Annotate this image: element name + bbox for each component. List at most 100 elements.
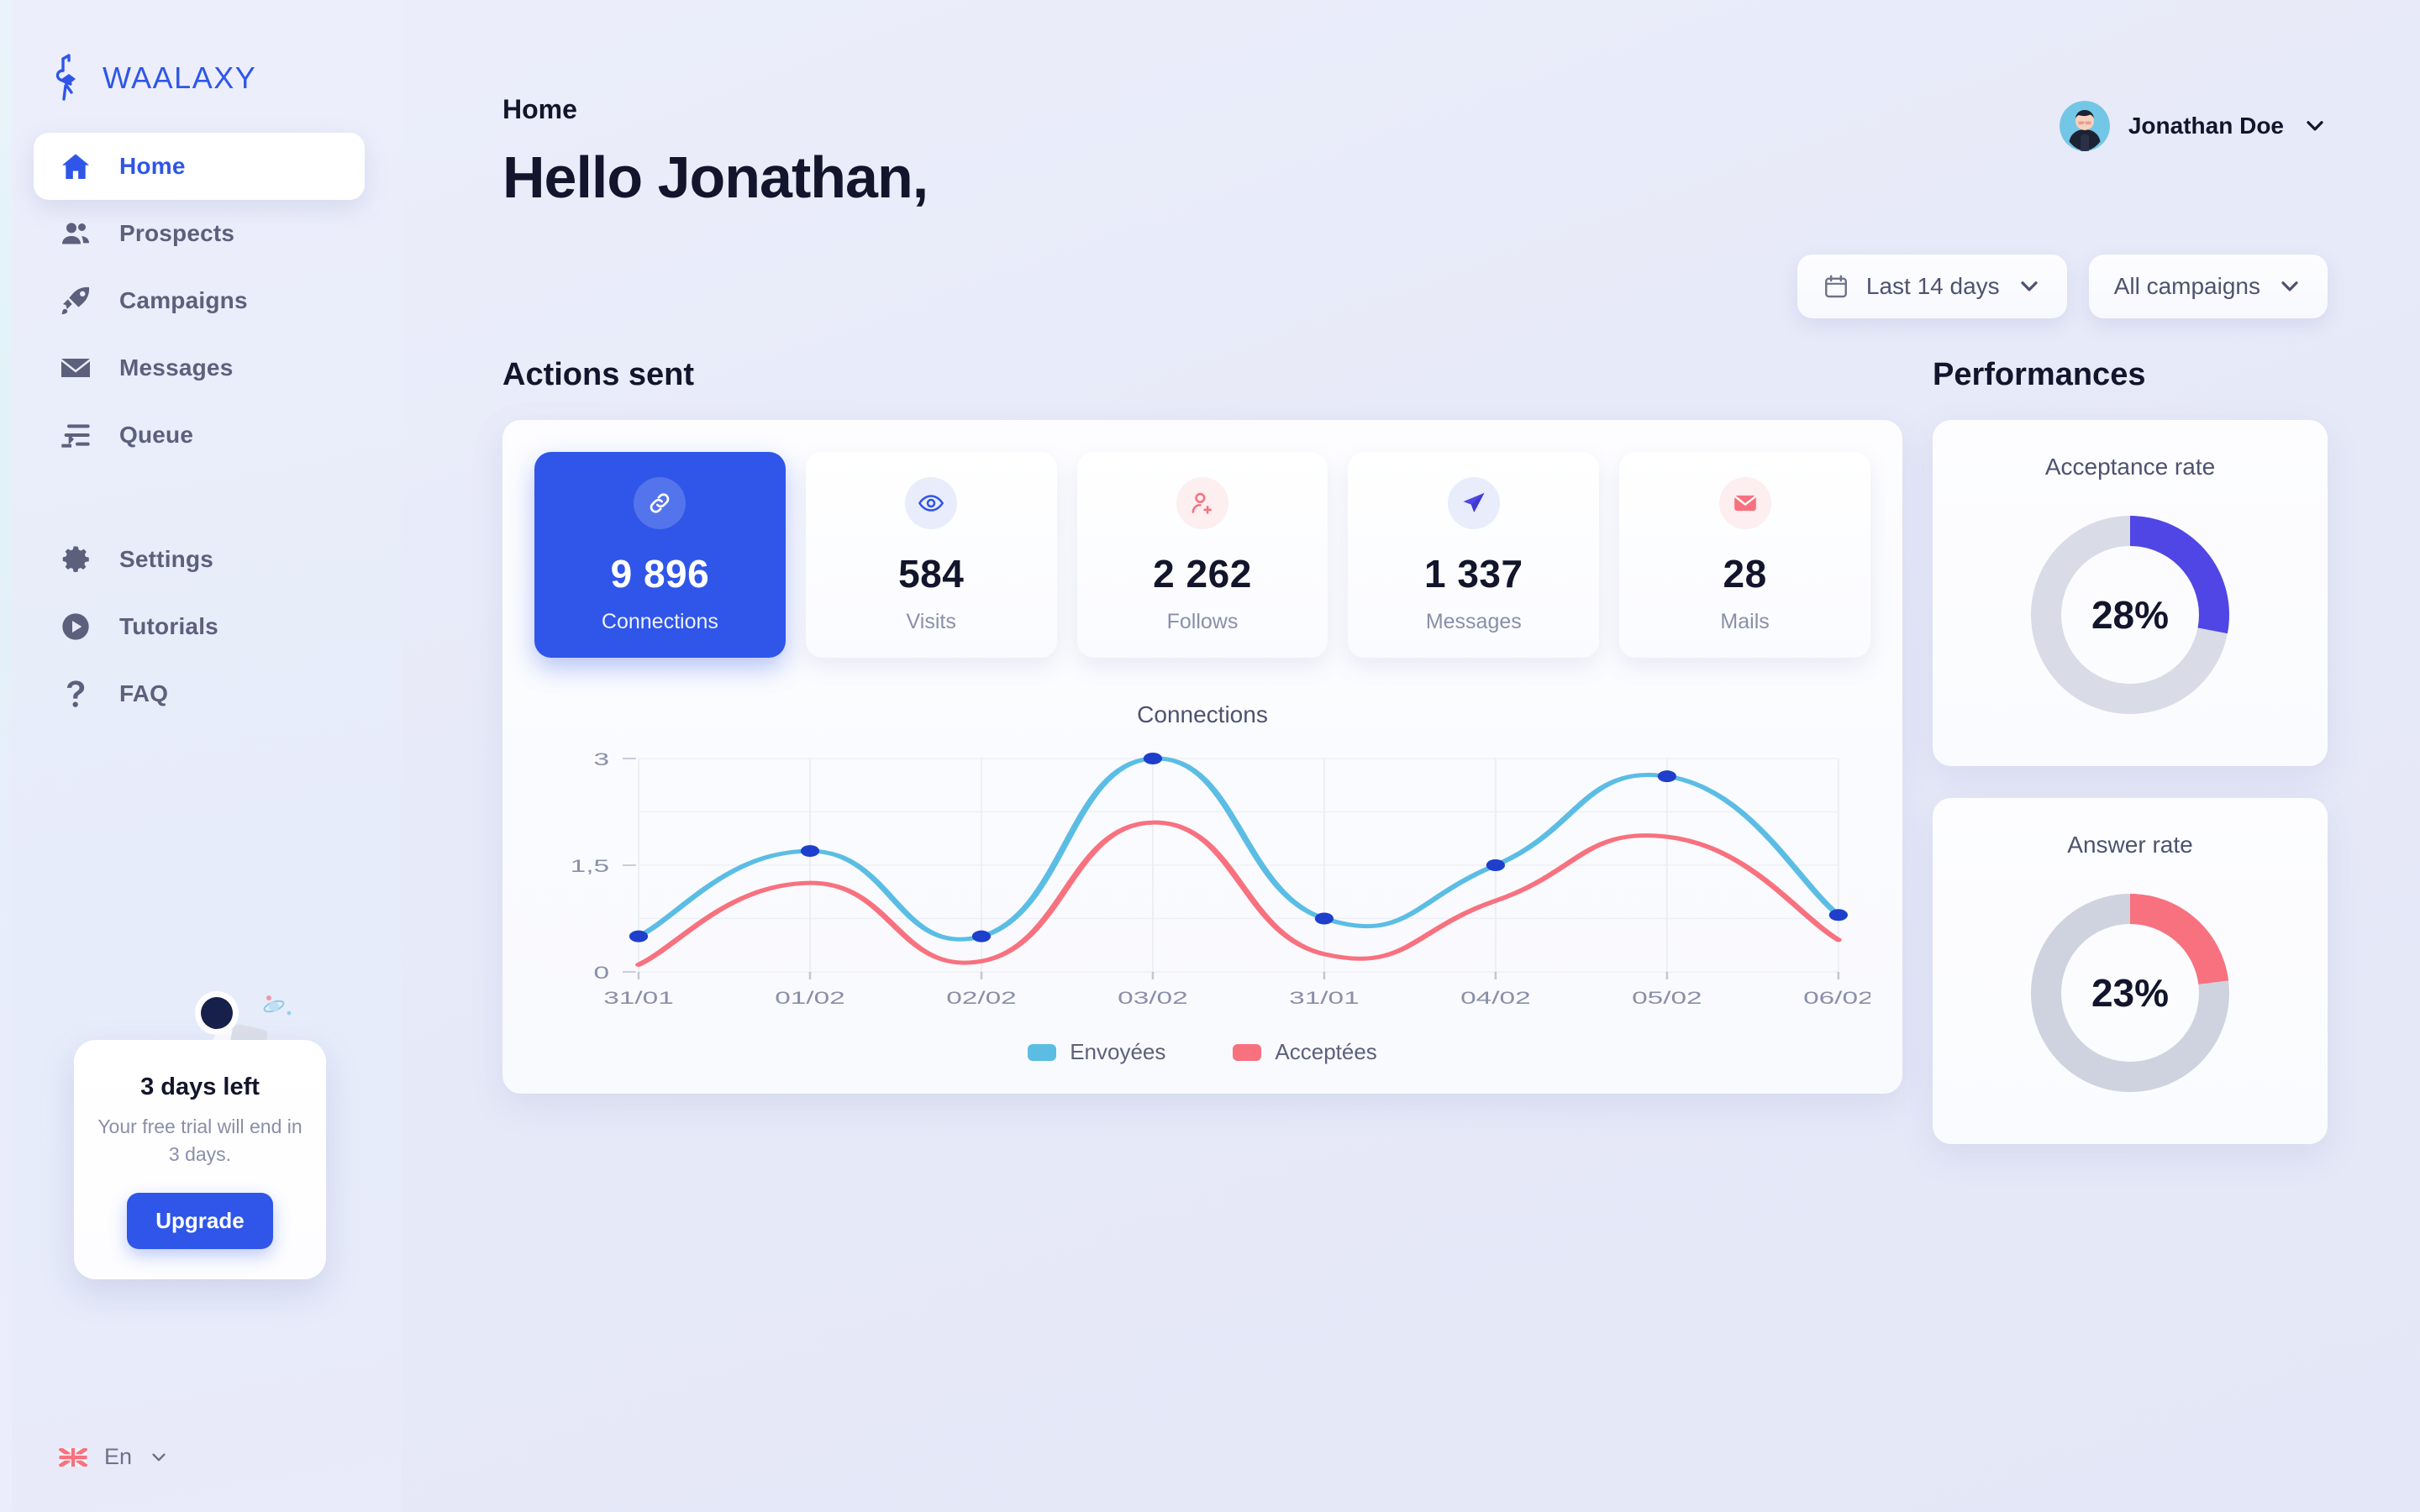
section-title-actions-sent: Actions sent (502, 357, 695, 392)
trial-subtitle: Your free trial will end in 3 days. (97, 1116, 302, 1166)
sidebar-item-faq[interactable]: FAQ (34, 660, 365, 727)
stat-value: 2 262 (1153, 552, 1252, 596)
sidebar-item-home[interactable]: Home (34, 133, 365, 200)
svg-text:0: 0 (593, 963, 609, 982)
trial-card: 3 days left Your free trial will end in … (74, 1040, 326, 1279)
page-heading-group: Home Hello Jonathan, (502, 94, 929, 211)
sidebar-item-label: Messages (119, 354, 234, 381)
dashboard-root: WAALAXY Home Prospects Campaigns Message… (0, 0, 2420, 1512)
answer-rate-value: 23% (2091, 971, 2170, 1015)
svg-text:31/01: 31/01 (1289, 988, 1360, 1007)
stat-label: Connections (601, 610, 718, 633)
sidebar-item-label: Tutorials (119, 613, 218, 639)
stat-label: Follows (1166, 610, 1239, 633)
chart-title: Connections (1137, 701, 1268, 727)
sidebar-item-tutorials[interactable]: Tutorials (34, 593, 365, 660)
chevron-down-icon (2281, 281, 2298, 291)
queue-icon (57, 417, 94, 454)
campaign-filter[interactable]: All campaigns (2088, 255, 2328, 318)
chevron-down-icon (2307, 121, 2323, 131)
flamingo-logo-icon (55, 54, 76, 101)
section-title-performances: Performances (1933, 357, 2146, 392)
svg-text:05/02: 05/02 (1632, 988, 1702, 1007)
sidebar: WAALAXY Home Prospects Campaigns Message… (0, 0, 402, 1512)
sidebar-item-prospects[interactable]: Prospects (34, 200, 365, 267)
connections-line-chart: 0 1,5 3 31/01 01/02 02/02 03/02 31/01 04/02 05/02… (534, 743, 1870, 1021)
stat-card-follows[interactable]: 2 262 Follows (1076, 452, 1328, 658)
rocket-icon (57, 282, 94, 319)
actions-sent-panel: 9 896 Connections 584 Visits 2 262 Follo… (502, 420, 1902, 1094)
chevron-down-icon (2021, 281, 2038, 291)
sidebar-item-campaigns[interactable]: Campaigns (34, 267, 365, 334)
sidebar-item-settings[interactable]: Settings (34, 526, 365, 593)
legend-label: Acceptées (1275, 1039, 1377, 1064)
sidebar-item-label: Settings (119, 546, 214, 572)
answer-rate-card: Answer rate 23% (1933, 798, 2328, 1144)
chevron-down-icon (152, 1452, 166, 1461)
stat-value: 1 337 (1423, 552, 1523, 596)
language-selector[interactable]: En (59, 1444, 169, 1470)
date-range-value: Last 14 days (1865, 273, 2000, 299)
send-icon (1447, 477, 1500, 529)
sidebar-item-messages[interactable]: Messages (34, 334, 365, 402)
topbar: Home Hello Jonathan, Jonathan Doe (502, 0, 2328, 211)
page-title: Hello Jonathan, (502, 144, 929, 210)
uk-flag-icon (59, 1447, 87, 1467)
trial-banner: 3 days left Your free trial will end in … (74, 991, 326, 1279)
calendar-icon (1824, 275, 1847, 298)
stat-card-connections[interactable]: 9 896 Connections (534, 452, 786, 658)
actions-sent-section: Actions sent 9 896 Connections 584 Visit… (502, 357, 1902, 1094)
stat-card-messages[interactable]: 1 337 Messages (1348, 452, 1600, 658)
nav-divider-space (0, 469, 402, 526)
stat-value: 9 896 (610, 552, 710, 596)
sidebar-item-queue[interactable]: Queue (34, 402, 365, 469)
answer-rate-donut: 23% (2018, 880, 2243, 1105)
question-mark-icon (57, 675, 94, 712)
legend-swatch (1233, 1043, 1262, 1061)
content-columns: Actions sent 9 896 Connections 584 Visit… (502, 357, 2328, 1176)
link-icon (634, 477, 687, 529)
acceptance-rate-value: 28% (2091, 593, 2170, 637)
svg-text:02/02: 02/02 (946, 988, 1017, 1007)
stat-label: Visits (906, 610, 956, 633)
legend-item-envoyees[interactable]: Envoyées (1028, 1039, 1165, 1065)
brand-name: WAALAXY (103, 60, 257, 95)
home-icon (57, 148, 94, 185)
stat-label: Messages (1425, 610, 1522, 633)
upgrade-button[interactable]: Upgrade (127, 1192, 273, 1249)
legend-swatch (1028, 1043, 1057, 1061)
sidebar-item-label: FAQ (119, 680, 169, 706)
breadcrumb: Home (502, 94, 577, 124)
acceptance-rate-card: Acceptance rate 28% (1933, 420, 2328, 766)
sidebar-nav: Home Prospects Campaigns Messages Queue … (0, 133, 402, 727)
user-menu[interactable]: Jonathan Doe (2059, 101, 2328, 151)
stat-value: 584 (898, 552, 965, 596)
main-content: Home Hello Jonathan, Jonathan Doe Last 1… (402, 0, 2420, 1512)
legend-item-acceptees[interactable]: Acceptées (1233, 1039, 1377, 1065)
filter-bar: Last 14 days All campaigns (502, 255, 2328, 318)
sidebar-item-label: Campaigns (119, 287, 248, 313)
campaign-value: All campaigns (2113, 273, 2260, 299)
mail-icon (1718, 477, 1771, 529)
stat-card-row: 9 896 Connections 584 Visits 2 262 Follo… (534, 452, 1870, 658)
brand-logo[interactable]: WAALAXY (0, 0, 402, 108)
stat-value: 28 (1723, 552, 1767, 596)
svg-text:06/02: 06/02 (1803, 988, 1870, 1007)
gear-icon (57, 541, 94, 578)
acceptance-rate-donut: 28% (2018, 502, 2243, 727)
stat-card-visits[interactable]: 584 Visits (805, 452, 1057, 658)
envelope-icon (57, 349, 94, 386)
avatar (2059, 101, 2110, 151)
eye-icon (905, 477, 958, 529)
legend-label: Envoyées (1070, 1039, 1166, 1064)
stat-card-mails[interactable]: 28 Mails (1619, 452, 1870, 658)
stat-label: Mails (1720, 610, 1770, 633)
sidebar-item-label: Prospects (119, 220, 235, 246)
svg-text:3: 3 (593, 749, 609, 769)
acceptance-rate-title: Acceptance rate (2044, 454, 2216, 480)
date-range-filter[interactable]: Last 14 days (1797, 255, 2067, 318)
svg-text:04/02: 04/02 (1460, 988, 1531, 1007)
play-circle-icon (57, 608, 94, 645)
line-chart-canvas: 0 1,5 3 31/01 01/02 02/02 03/02 31/01 04/02 05/02… (571, 749, 1870, 1007)
answer-rate-title: Answer rate (2067, 832, 2193, 858)
